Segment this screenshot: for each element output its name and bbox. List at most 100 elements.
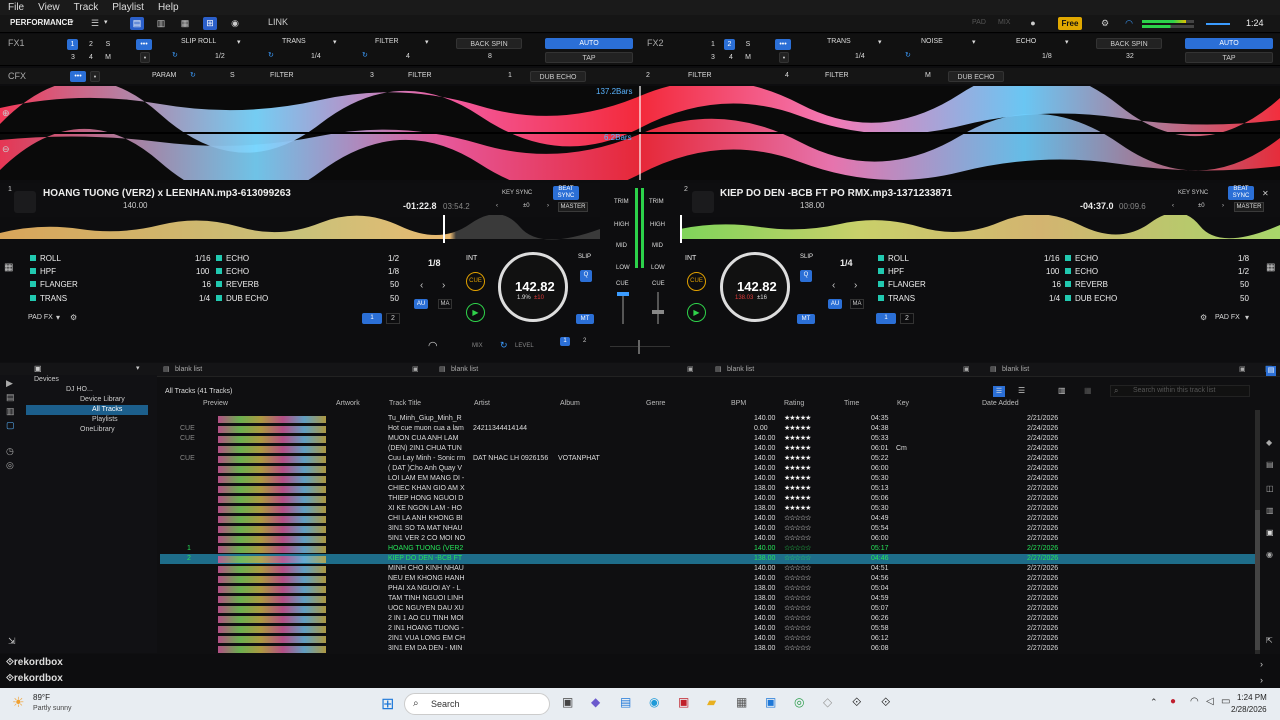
cfx-more-icon[interactable]: ••• [70, 71, 86, 82]
tree-onelibrary[interactable]: OneLibrary [0, 425, 157, 435]
table-row[interactable]: CHIEC KHAN GIO AM X 138.00 05:13 2/27/2026 ★… [160, 484, 1255, 494]
table-row[interactable]: (DEN) 2IN1 CHUA TUN 140.00 06:01 Cm 2/24/202… [160, 444, 1255, 454]
menu-track[interactable]: Track [74, 2, 99, 13]
taskbar-time[interactable]: 1:24 PM [1237, 693, 1267, 702]
chevron-down-icon[interactable]: ▾ [1065, 38, 1069, 46]
table-row[interactable]: NEU EM KHONG HANH 140.00 04:56 2/27/2026 ☆☆☆… [160, 574, 1255, 584]
app-icon-red[interactable]: ▣ [678, 695, 689, 709]
track-rating[interactable]: ☆☆☆☆☆ [784, 574, 839, 584]
deck2-int-button[interactable]: INT [685, 255, 696, 262]
table-row[interactable]: Tu_Minh_Giup_Minh_R 140.00 04:35 2/21/2026 ★… [160, 414, 1255, 424]
deck1-key-sync-button[interactable]: KEY SYNC [502, 190, 532, 196]
view-list-icon[interactable]: ☰ [993, 386, 1005, 397]
deck2-key-sync-button[interactable]: KEY SYNC [1178, 190, 1208, 196]
table-row[interactable]: CUE Cuu Lay Minh - Sonic rm DAT NHAC LH 09… [160, 454, 1255, 464]
view-columns-icon[interactable]: ▥ [1058, 386, 1066, 395]
app-icon-blue[interactable]: ▣ [765, 695, 776, 709]
deck2-pad1[interactable]: ROLL [878, 254, 909, 263]
table-row[interactable]: 3IN1 SO TA MAT NHAU 140.00 05:54 2/27/2026 ☆… [160, 524, 1255, 534]
deck2-page2-button[interactable]: 2 [900, 313, 914, 324]
col-date-added[interactable]: Date Added [982, 400, 1019, 407]
deck1-master-tempo-button[interactable]: MT [576, 314, 594, 324]
chevron-right-icon[interactable]: › [1260, 659, 1263, 669]
track-preview-waveform[interactable] [218, 596, 326, 603]
track-rating[interactable]: ☆☆☆☆☆ [784, 644, 839, 654]
chevron-left-icon[interactable]: ‹ [1172, 203, 1174, 209]
fx1-tap-button[interactable]: TAP [545, 52, 633, 63]
teams-icon[interactable]: ◆ [591, 695, 600, 709]
chevron-down-icon[interactable]: ▾ [878, 38, 882, 46]
track-rating[interactable]: ★★★★★ [784, 474, 839, 484]
track-rating[interactable]: ☆☆☆☆☆ [784, 594, 839, 604]
zoom-out-icon[interactable]: ⊖ [2, 144, 10, 155]
col-genre[interactable]: Genre [646, 400, 665, 407]
chevron-down-icon[interactable]: ▾ [70, 18, 74, 26]
col-time[interactable]: Time [844, 400, 859, 407]
deck2-pad8[interactable]: DUB ECHO [1065, 294, 1117, 303]
track-rating[interactable]: ☆☆☆☆☆ [784, 554, 839, 564]
deck1-pad4[interactable]: TRANS [30, 294, 67, 303]
sampler-icon[interactable]: ▥ [1266, 506, 1274, 515]
track-rating[interactable]: ☆☆☆☆☆ [784, 624, 839, 634]
gear-icon[interactable]: ⚙ [1098, 17, 1112, 30]
track-preview-waveform[interactable] [218, 546, 326, 553]
app-icon[interactable]: ▤ [620, 695, 631, 709]
deck1-cue-button[interactable]: CUE [466, 272, 485, 291]
track-rating[interactable]: ☆☆☆☆☆ [784, 604, 839, 614]
table-row[interactable]: MINH CHO KINH NHAU 140.00 04:51 2/27/2026 ☆☆… [160, 564, 1255, 574]
chrome-icon[interactable]: ◎ [794, 695, 804, 709]
deck1-manual-button[interactable]: MA [438, 299, 452, 309]
rekordbox-taskbar-icon[interactable]: ⟐ [852, 695, 861, 710]
subbrowser-icon[interactable]: ▤ [1266, 460, 1274, 469]
table-row[interactable]: UOC NGUYEN DAU XU 140.00 05:07 2/27/2026 ☆☆☆… [160, 604, 1255, 614]
track-preview-waveform[interactable] [218, 576, 326, 583]
col-key[interactable]: Key [897, 400, 909, 407]
chevron-right-icon[interactable]: › [854, 280, 857, 291]
deck2-page1-button[interactable]: 1 [876, 313, 896, 324]
track-rating[interactable]: ★★★★★ [784, 494, 839, 504]
rekordbox-taskbar-icon-2[interactable]: ⟐ [881, 695, 890, 710]
col-artist[interactable]: Artist [474, 400, 490, 407]
grid-icon[interactable]: ▦ [178, 17, 192, 30]
fx1-slot3-knob-icon[interactable]: ↻ [362, 51, 368, 59]
track-rating[interactable]: ☆☆☆☆☆ [784, 584, 839, 594]
wifi-icon[interactable]: ◠ [1190, 696, 1199, 707]
deck1-pad7[interactable]: REVERB [216, 280, 259, 289]
table-row[interactable]: PHAI XA NGUOI AY - L 138.00 05:04 2/27/2026… [160, 584, 1255, 594]
deck1-overview-waveform[interactable] [0, 215, 600, 243]
track-rating[interactable]: ☆☆☆☆☆ [784, 614, 839, 624]
fx2-auto-button[interactable]: AUTO [1185, 38, 1273, 49]
deck2-jog-wheel[interactable]: 142.82 138.03 ±16 [720, 252, 790, 322]
search-input[interactable]: Search within this track list [1133, 387, 1215, 394]
chevron-left-icon[interactable]: ‹ [496, 203, 498, 209]
fx1-slot3-name[interactable]: FILTER [375, 38, 399, 45]
table-row[interactable]: 2 IN 1 AO CU TINH MOI 140.00 06:26 2/27/202… [160, 614, 1255, 624]
grid-icon[interactable]: ▦ [1266, 262, 1275, 273]
volume-icon[interactable]: ◁ [1206, 696, 1214, 707]
track-rating[interactable]: ☆☆☆☆☆ [784, 514, 839, 524]
deck1-int-button[interactable]: INT [466, 255, 477, 262]
deck1-pad-fx-button[interactable]: PAD FX [28, 314, 53, 321]
col-album[interactable]: Album [560, 400, 580, 407]
headphones-icon[interactable]: ◠ [1122, 17, 1136, 30]
close-icon[interactable]: ✕ [1262, 189, 1269, 198]
weather-icon[interactable]: ☀ [12, 694, 25, 711]
track-rating[interactable]: ★★★★★ [784, 444, 839, 454]
table-row[interactable]: CUE MUON CUA ANH LAM 140.00 05:33 2/24/2026 ★… [160, 434, 1255, 444]
track-preview-waveform[interactable] [218, 606, 326, 613]
cfx-param-knob-icon[interactable]: ↻ [190, 71, 196, 79]
task-view-icon[interactable]: ▣ [562, 695, 573, 709]
track-preview-waveform[interactable] [218, 486, 326, 493]
history-icon[interactable]: ◷ [6, 446, 14, 457]
deck2-beat-sync-button[interactable]: BEAT SYNC [1228, 186, 1254, 200]
mix-knob-icon[interactable]: ↻ [500, 340, 508, 351]
record-icon[interactable]: ◉ [228, 17, 242, 30]
weather-desc[interactable]: Partly sunny [33, 705, 72, 712]
fx1-deck4-button[interactable]: 4 [87, 52, 95, 63]
deck2-pad6[interactable]: ECHO [1065, 267, 1098, 276]
fx2-deck4-button[interactable]: 4 [727, 52, 735, 63]
chevron-left-icon[interactable]: ‹ [420, 280, 423, 291]
deck1-pad2[interactable]: HPF [30, 267, 56, 276]
menu-icon[interactable]: ☰ [88, 17, 102, 30]
ch2-cue-button[interactable]: CUE [652, 281, 665, 287]
